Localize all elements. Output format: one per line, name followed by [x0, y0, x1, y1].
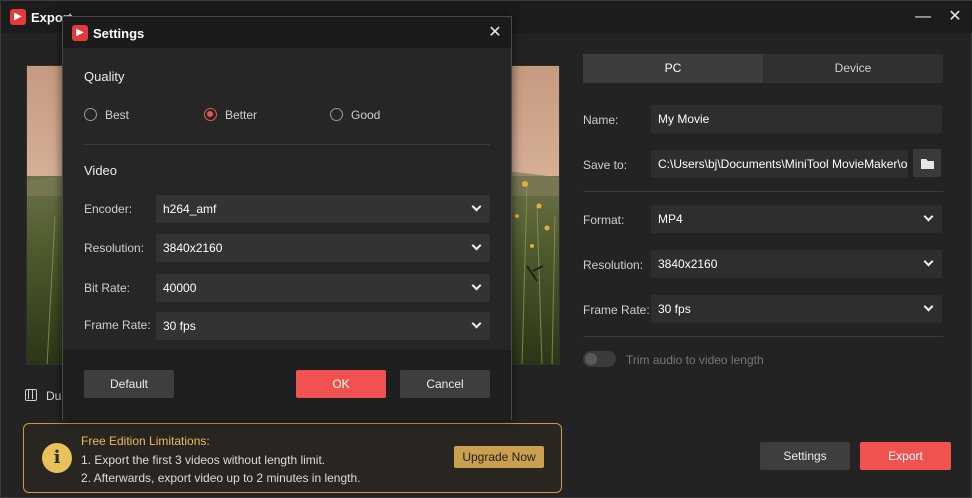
resolution-label: Resolution:: [583, 258, 644, 272]
chevron-down-icon: [923, 301, 934, 312]
settings-dialog: ▶ Settings ✕ Quality Best Better Good Vi…: [62, 16, 512, 420]
encoder-select[interactable]: h264_amf: [156, 195, 490, 223]
upgrade-now-button[interactable]: Upgrade Now: [454, 446, 544, 468]
notice-line-2: 2. Afterwards, export video up to 2 minu…: [81, 471, 361, 485]
settings-title: Settings: [93, 26, 145, 41]
minimize-button[interactable]: —: [912, 7, 934, 27]
bit-rate-value: 40000: [163, 281, 197, 295]
resolution-select[interactable]: 3840x2160: [156, 234, 490, 262]
default-button[interactable]: Default: [84, 370, 174, 398]
quality-better-label: Better: [225, 108, 258, 122]
quality-good-label: Good: [351, 108, 381, 122]
bit-rate-label: Bit Rate:: [84, 281, 131, 295]
app-logo-icon: ▶: [72, 25, 88, 41]
info-icon: i: [42, 443, 72, 473]
tab-device[interactable]: Device: [763, 54, 943, 83]
format-select[interactable]: MP4: [651, 205, 942, 233]
resolution-label: Resolution:: [84, 241, 145, 255]
name-label: Name:: [583, 113, 619, 127]
chevron-down-icon: [923, 256, 934, 267]
encoder-label: Encoder:: [84, 202, 133, 216]
resolution-value: 3840x2160: [658, 257, 718, 271]
cancel-button[interactable]: Cancel: [400, 370, 490, 398]
settings-footer: Default OK Cancel: [63, 350, 511, 420]
frame-rate-select[interactable]: 30 fps: [156, 312, 490, 340]
tab-pc[interactable]: PC: [583, 54, 763, 83]
ok-button[interactable]: OK: [296, 370, 386, 398]
save-to-label: Save to:: [583, 158, 628, 172]
encoder-value: h264_amf: [163, 202, 217, 216]
video-heading: Video: [84, 163, 118, 178]
resolution-value: 3840x2160: [163, 241, 223, 255]
frame-rate-label: Frame Rate:: [583, 303, 650, 317]
name-input[interactable]: My Movie: [651, 105, 942, 133]
chevron-down-icon: [471, 280, 482, 291]
chevron-down-icon: [471, 201, 482, 212]
film-icon: [25, 389, 37, 401]
quality-best-radio[interactable]: [84, 108, 97, 121]
trim-audio-label: Trim audio to video length: [626, 353, 764, 367]
export-button[interactable]: Export: [860, 442, 951, 470]
browse-folder-button[interactable]: [913, 149, 941, 177]
quality-good-radio[interactable]: [330, 108, 343, 121]
format-value: MP4: [658, 212, 683, 226]
quality-best-label: Best: [105, 108, 130, 122]
frame-rate-select[interactable]: 30 fps: [651, 295, 942, 323]
close-icon[interactable]: ✕: [484, 23, 506, 43]
resolution-select[interactable]: 3840x2160: [651, 250, 942, 278]
frame-rate-label: Frame Rate:: [84, 318, 151, 332]
folder-icon: [921, 159, 934, 169]
divider: [84, 144, 490, 145]
close-icon[interactable]: ✕: [944, 7, 966, 27]
notice-line-1: 1. Export the first 3 videos without len…: [81, 453, 326, 467]
divider: [583, 336, 943, 337]
frame-rate-value: 30 fps: [163, 319, 196, 333]
save-path-input[interactable]: C:\Users\bj\Documents\MiniTool MovieMake…: [651, 150, 908, 178]
bit-rate-select[interactable]: 40000: [156, 274, 490, 302]
target-tabs: PC Device: [583, 54, 943, 83]
quality-heading: Quality: [84, 69, 125, 84]
app-logo-icon: ▶: [10, 9, 26, 25]
frame-rate-value: 30 fps: [658, 302, 691, 316]
trim-audio-toggle[interactable]: [583, 351, 616, 367]
chevron-down-icon: [471, 240, 482, 251]
notice-title: Free Edition Limitations:: [81, 434, 210, 448]
chevron-down-icon: [923, 211, 934, 222]
format-label: Format:: [583, 213, 625, 227]
quality-better-radio[interactable]: [204, 108, 217, 121]
free-edition-notice: i Free Edition Limitations: 1. Export th…: [23, 423, 562, 493]
settings-button[interactable]: Settings: [760, 442, 850, 470]
settings-titlebar: ▶ Settings ✕: [63, 17, 511, 48]
chevron-down-icon: [471, 318, 482, 329]
divider: [583, 191, 943, 192]
